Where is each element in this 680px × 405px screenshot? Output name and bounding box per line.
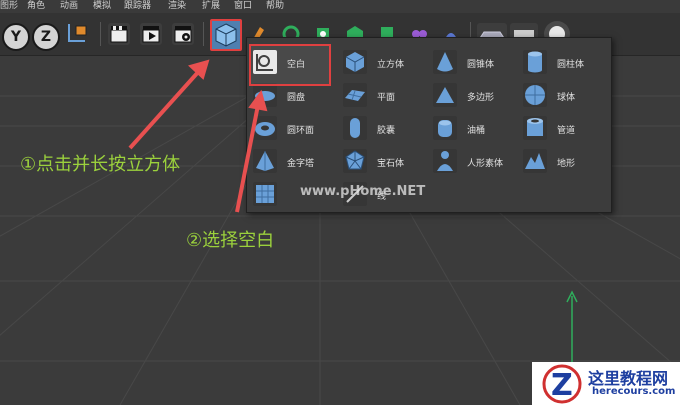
watermark: www.pHome.NET <box>300 184 426 199</box>
arrow-to-cube <box>128 68 202 150</box>
arrow-head-icon <box>248 89 268 112</box>
logo-text-en: herecours.com <box>592 386 676 397</box>
z-logo-icon: Z <box>542 364 582 404</box>
annotation-step1: ①点击并长按立方体 <box>20 154 181 175</box>
site-logo: Z 这里教程网 herecours.com <box>532 362 680 405</box>
arrow-to-null <box>235 104 260 213</box>
annotation-arrows <box>128 59 268 213</box>
annotation-step2: ②选择空白 <box>186 230 275 251</box>
svg-text:Z: Z <box>551 368 573 403</box>
